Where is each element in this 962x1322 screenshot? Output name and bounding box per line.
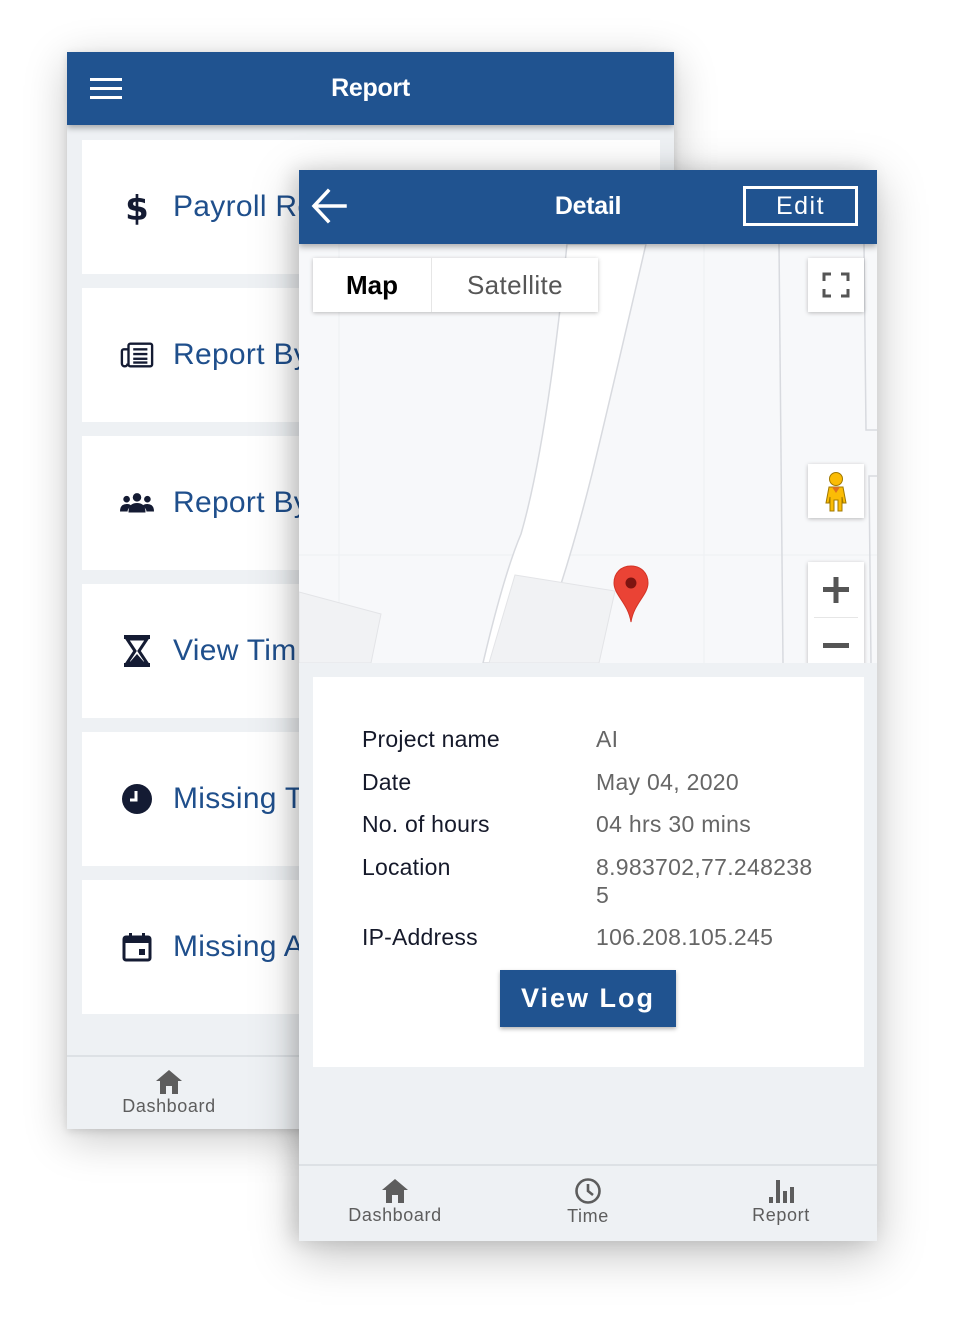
zoom-in-button[interactable]	[808, 562, 864, 617]
zoom-in-icon	[823, 576, 849, 603]
map-type-map[interactable]: Map	[313, 258, 432, 312]
report-item-label: View Tim	[173, 634, 297, 667]
fullscreen-icon	[822, 272, 850, 298]
edit-button[interactable]: Edit	[743, 186, 858, 226]
map-type-toggle: Map Satellite	[313, 258, 598, 312]
users-group-icon	[120, 486, 154, 520]
detail-value: 8.983702,77.2482385	[596, 853, 813, 908]
report-item-label: Payroll Re	[173, 190, 315, 223]
detail-label: Date	[362, 768, 412, 795]
nav-label: Time	[567, 1206, 609, 1226]
detail-row-hours: No. of hours 04 hrs 30 mins	[362, 810, 816, 838]
zoom-out-button[interactable]	[808, 618, 864, 663]
nav-label: Dashboard	[122, 1096, 216, 1116]
home-icon	[156, 1070, 182, 1094]
detail-screen: Detail Edit Map Satellite Project name A…	[299, 170, 877, 1241]
report-item-label: Report By	[173, 486, 310, 519]
report-item-label: Report By	[173, 338, 310, 371]
nav-dashboard[interactable]: Dashboard	[107, 1069, 231, 1117]
detail-card: Project name AI Date May 04, 2020 No. of…	[313, 677, 864, 1067]
detail-value: AI	[596, 726, 619, 752]
detail-table: Project name AI Date May 04, 2020 No. of…	[362, 725, 816, 966]
street-view-button[interactable]	[808, 464, 864, 518]
calendar-icon	[120, 930, 154, 964]
clock-icon	[575, 1178, 601, 1204]
svg-text:$: $	[125, 189, 149, 225]
detail-row-date: Date May 04, 2020	[362, 768, 816, 796]
detail-row-ip: IP-Address 106.208.105.245	[362, 923, 816, 951]
page-title: Report	[331, 74, 410, 102]
nav-dashboard[interactable]: Dashboard	[333, 1178, 457, 1226]
detail-value: May 04, 2020	[596, 768, 739, 795]
detail-value: 106.208.105.245	[596, 924, 774, 950]
detail-label: IP-Address	[362, 924, 478, 950]
zoom-control	[808, 562, 864, 663]
newspaper-icon	[120, 338, 154, 372]
dollar-icon: $	[120, 189, 154, 225]
zoom-out-icon	[823, 642, 849, 648]
detail-label: Project name	[362, 726, 500, 752]
view-log-button[interactable]: View Log	[500, 970, 676, 1027]
map-view[interactable]: Map Satellite	[299, 244, 877, 663]
detail-row-location: Location 8.983702,77.2482385	[362, 853, 816, 909]
report-app-bar: Report	[67, 52, 674, 125]
clock-icon	[120, 782, 154, 816]
pegman-icon	[825, 472, 847, 512]
map-type-satellite[interactable]: Satellite	[432, 258, 598, 312]
home-icon	[382, 1179, 408, 1203]
report-item-label: Missing T	[173, 782, 304, 815]
nav-label: Report	[752, 1205, 810, 1225]
hourglass-icon	[120, 634, 154, 668]
fullscreen-button[interactable]	[808, 258, 864, 312]
bottom-nav: Dashboard Time Report	[299, 1164, 877, 1241]
detail-value: 04 hrs 30 mins	[596, 811, 752, 837]
map-marker-icon[interactable]	[612, 565, 650, 623]
nav-report[interactable]: Report	[731, 1178, 831, 1226]
detail-app-bar: Detail Edit	[299, 170, 877, 244]
detail-label: No. of hours	[362, 811, 490, 837]
nav-time[interactable]: Time	[538, 1177, 638, 1227]
nav-label: Dashboard	[348, 1205, 442, 1225]
bar-chart-icon	[769, 1180, 794, 1203]
detail-row-project: Project name AI	[362, 725, 816, 753]
detail-label: Location	[362, 853, 451, 880]
report-item-label: Missing A	[173, 930, 305, 963]
